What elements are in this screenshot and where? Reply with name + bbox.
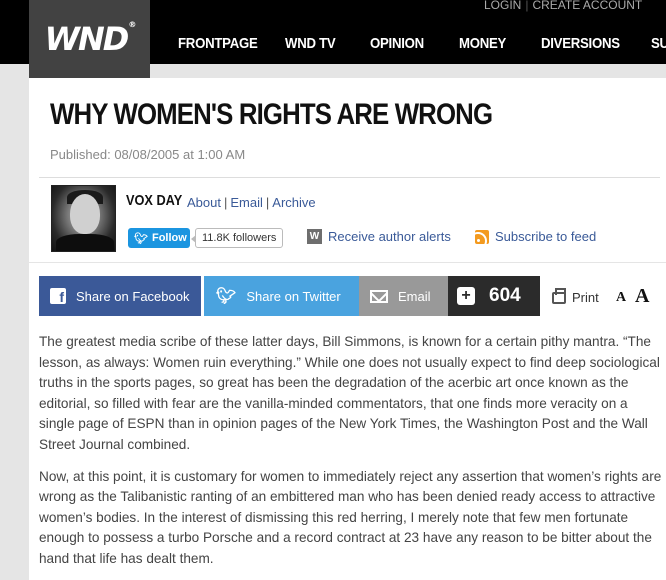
nav-item-diversions[interactable]: DIVERSIONS (541, 35, 620, 52)
share-count: 604 (489, 285, 521, 306)
share-twitter-button[interactable]: 🐦︎ Share on Twitter (204, 276, 359, 316)
twitter-bird-icon: 🐦︎ (134, 232, 148, 245)
author-archive-link[interactable]: Archive (272, 195, 315, 210)
facebook-icon: f (50, 288, 66, 305)
article-title: WHY WOMEN'S RIGHTS ARE WRONG (50, 98, 493, 131)
article-paragraph: Now, at this point, it is customary for … (39, 468, 662, 566)
logo-trademark: ® (128, 20, 136, 29)
author-box: VOX DAY About | Email | Archive 🐦︎ Follow 11.… (39, 177, 660, 255)
author-about-link[interactable]: About (187, 195, 221, 210)
author-email-link[interactable]: Email (230, 195, 263, 210)
share-more-button[interactable]: +604 (448, 276, 540, 316)
font-increase-button[interactable]: A (635, 285, 649, 308)
logo-wordmark: WND (44, 20, 130, 58)
utility-separator: | (525, 0, 529, 12)
utility-links: LOGIN | CREATE ACCOUNT (484, 0, 642, 12)
author-alerts-link[interactable]: W Receive author alerts (307, 229, 451, 244)
site-logo[interactable]: WND® (29, 0, 150, 78)
plus-icon: + (457, 287, 475, 305)
author-name[interactable]: VOX DAY (126, 192, 182, 209)
article-body: The greatest media scribe of these latte… (39, 332, 663, 580)
twitter-bird-icon: 🐦︎ (216, 288, 237, 305)
subscribe-feed-link[interactable]: Subscribe to feed (475, 229, 596, 244)
published-date: Published: 08/08/2005 at 1:00 AM (50, 147, 246, 162)
left-gutter (0, 64, 29, 580)
envelope-icon (370, 289, 388, 303)
login-link[interactable]: LOGIN (484, 0, 521, 12)
subscribe-label: Subscribe to feed (495, 229, 597, 244)
nav-item-money[interactable]: MONEY (459, 35, 506, 52)
author-avatar[interactable] (51, 185, 116, 252)
logo-text: WND® (44, 20, 137, 58)
followers-count: 11.8K followers (190, 228, 284, 248)
wnd-alert-icon: W (307, 229, 322, 244)
email-label: Email (398, 288, 431, 304)
nav-item-opinion[interactable]: OPINION (370, 35, 424, 52)
alerts-label: Receive author alerts (328, 229, 451, 244)
article-paragraph: The greatest media scribe of these latte… (39, 334, 660, 452)
font-decrease-button[interactable]: A (616, 290, 626, 306)
rss-icon (475, 229, 489, 244)
link-separator: | (265, 195, 270, 210)
nav-item-su[interactable]: SU (651, 35, 666, 52)
link-separator: | (223, 195, 228, 210)
author-links: About | Email | Archive (187, 195, 316, 210)
print-label: Print (572, 290, 599, 305)
nav-item-wnd-tv[interactable]: WND TV (285, 35, 336, 52)
avatar-face (70, 194, 100, 234)
divider (29, 262, 666, 263)
print-button[interactable]: Print (552, 287, 599, 305)
facebook-label: Share on Facebook (76, 288, 190, 304)
follow-label: Follow (151, 232, 187, 244)
printer-icon (552, 287, 566, 304)
twitter-label: Share on Twitter (246, 288, 341, 304)
create-account-link[interactable]: CREATE ACCOUNT (532, 0, 642, 12)
share-facebook-button[interactable]: f Share on Facebook (39, 276, 201, 316)
nav-item-frontpage[interactable]: FRONTPAGE (178, 35, 258, 52)
avatar-suit (56, 234, 114, 251)
twitter-follow-button[interactable]: 🐦︎ Follow (128, 228, 190, 248)
